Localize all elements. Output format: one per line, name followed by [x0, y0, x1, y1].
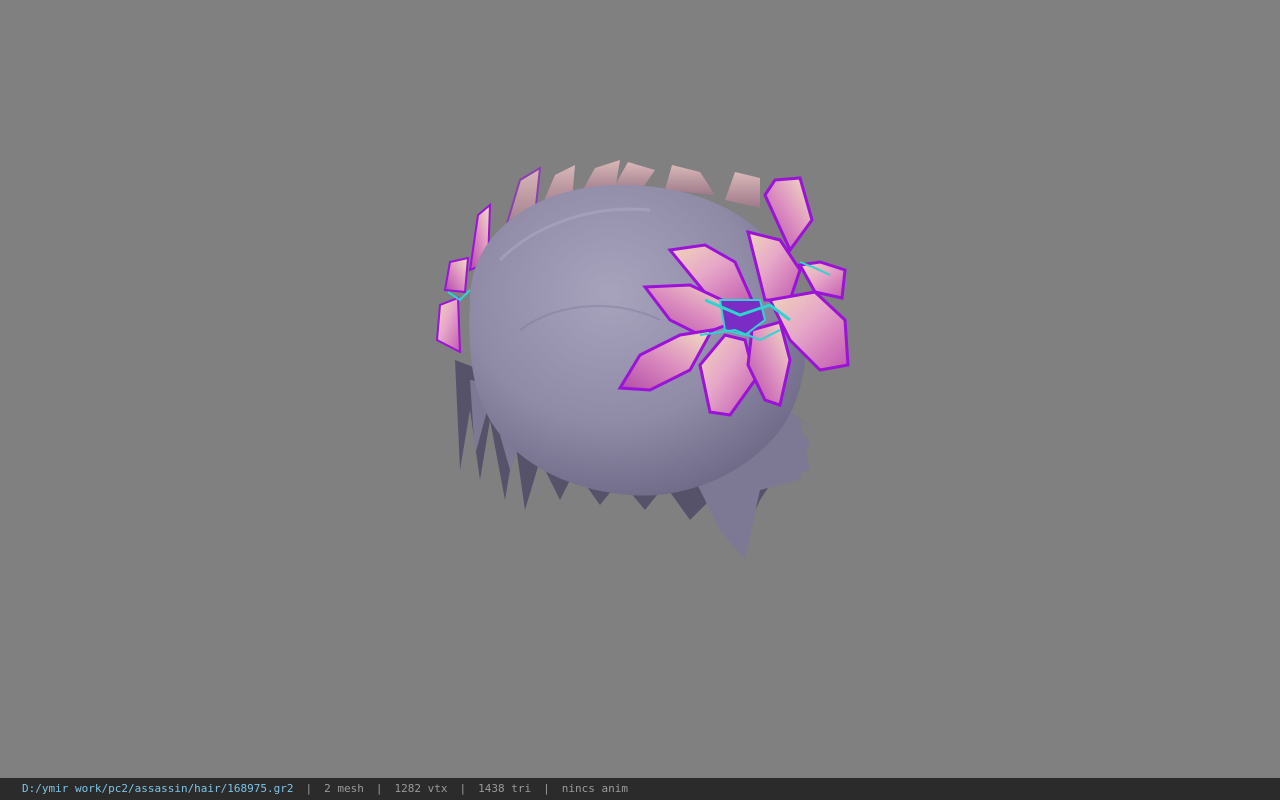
mesh-count: 2 mesh	[324, 782, 364, 795]
status-bar: D:/ymir work/pc2/assassin/hair/168975.gr…	[0, 778, 1280, 800]
separator: |	[543, 782, 550, 795]
file-path: D:/ymir work/pc2/assassin/hair/168975.gr…	[22, 782, 294, 795]
separator: |	[459, 782, 467, 795]
separator: |	[305, 782, 313, 795]
hair-model-render	[435, 160, 850, 560]
vertex-count: 1282 vtx	[394, 782, 448, 795]
3d-viewport[interactable]	[0, 0, 1280, 778]
anim-status: nincs anim	[561, 782, 628, 795]
separator: |	[375, 782, 383, 795]
triangle-count: 1438 tri	[478, 782, 532, 795]
